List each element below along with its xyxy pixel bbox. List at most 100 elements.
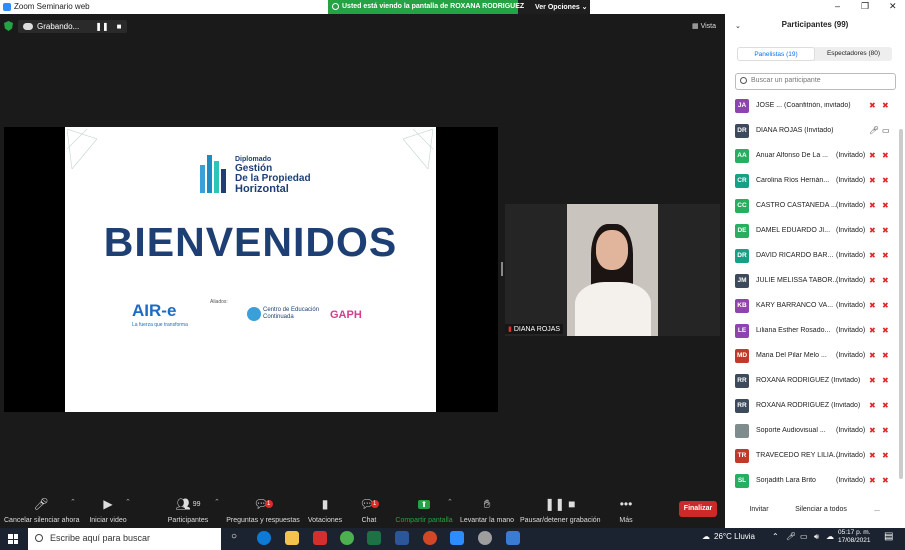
participant-row[interactable]: DR DAVID RICARDO BAR... (Invitado) ✖ ✖ <box>725 244 897 269</box>
participant-search-input[interactable]: Buscar un participante <box>735 73 896 90</box>
video-options-caret-icon[interactable]: ⌃ <box>125 498 131 506</box>
qa-button[interactable]: 💬︎ 1 Preguntas y respuestas <box>226 492 300 528</box>
participant-row[interactable]: DR DIANA ROJAS (Invitado) 🎤︎ ▭ <box>725 119 897 144</box>
audio-options-caret-icon[interactable]: ⌃ <box>70 498 76 506</box>
participant-row[interactable]: KB KARY BARRANCO VA... (Invitado) ✖ ✖ <box>725 294 897 319</box>
powerpoint-icon[interactable] <box>423 531 437 545</box>
invite-button[interactable]: Invitar <box>743 502 775 518</box>
pause-recording-button[interactable]: ❚❚ ■ Pausar/detener grabación <box>520 492 601 528</box>
participant-mic-icon[interactable]: ✖ <box>869 301 876 310</box>
participant-mic-icon[interactable]: ✖ <box>869 401 876 410</box>
battery-icon[interactable]: ▭ <box>800 532 808 541</box>
participant-video-icon[interactable]: ✖ <box>882 226 889 235</box>
participant-mic-icon[interactable]: ✖ <box>869 351 876 360</box>
participant-row[interactable]: JM JULIE MELISSA TABOR... (Invitado) ✖ ✖ <box>725 269 897 294</box>
tab-panelists[interactable]: Panelistas (19) <box>737 47 815 61</box>
app-icon[interactable] <box>478 531 492 545</box>
participant-row[interactable]: LE Liliana Esther Rosado... (Invitado) ✖ ✖ <box>725 319 897 344</box>
share-caret-icon[interactable]: ⌃ <box>447 498 453 506</box>
participant-video-icon[interactable]: ✖ <box>882 276 889 285</box>
participant-row[interactable]: Soporte Audiovisual ... (Invitado) ✖ ✖ <box>725 419 897 444</box>
view-options-button[interactable]: Ver Opciones ⌄ <box>535 3 588 11</box>
participant-scrollbar[interactable] <box>899 129 903 479</box>
mute-all-button[interactable]: Silenciar a todos <box>791 502 851 518</box>
participant-mic-icon[interactable]: ✖ <box>869 151 876 160</box>
participant-mic-icon[interactable]: ✖ <box>869 101 876 110</box>
file-explorer-icon[interactable] <box>285 531 299 545</box>
zoom-taskbar-icon[interactable] <box>450 531 464 545</box>
participant-mic-icon[interactable]: ✖ <box>869 226 876 235</box>
taskbar-search-input[interactable]: Escribe aquí para buscar <box>28 528 221 550</box>
participant-row[interactable]: SL Sorjadith Lara Brito (Invitado) ✖ ✖ <box>725 469 897 494</box>
participants-caret-icon[interactable]: ⌃ <box>214 498 220 506</box>
share-screen-button[interactable]: ⬆ Compartir pantalla <box>394 492 454 528</box>
chat-button[interactable]: 💬︎ 1 Chat <box>355 492 383 528</box>
participant-video-icon[interactable]: ✖ <box>882 201 889 210</box>
tab-attendees[interactable]: Espectadores (80) <box>815 47 892 61</box>
word-icon[interactable] <box>395 531 409 545</box>
tray-chevron-icon[interactable]: ⌃ <box>772 532 779 541</box>
end-meeting-button[interactable]: Finalizar <box>679 501 717 517</box>
shield-icon[interactable] <box>4 21 13 31</box>
participant-video-icon[interactable]: ✖ <box>882 176 889 185</box>
participant-mic-icon[interactable]: ✖ <box>869 276 876 285</box>
participant-video-icon[interactable]: ✖ <box>882 401 889 410</box>
participant-video-icon[interactable]: ✖ <box>882 251 889 260</box>
media-player-icon[interactable] <box>506 531 520 545</box>
participant-mic-icon[interactable]: ✖ <box>869 451 876 460</box>
view-button[interactable]: ▦ Vista <box>692 22 716 30</box>
participant-mic-icon[interactable]: ✖ <box>869 426 876 435</box>
taskbar-clock[interactable]: 05:17 p. m. 17/08/2021 <box>838 529 871 546</box>
close-button[interactable]: ✕ <box>889 1 897 12</box>
notifications-icon[interactable]: ▤ <box>884 531 893 542</box>
panel-more-button[interactable]: ... <box>870 502 884 518</box>
participant-video-icon[interactable]: ✖ <box>882 151 889 160</box>
participant-row[interactable]: TR TRAVECEDO REY LILIA... (Invitado) ✖ ✖ <box>725 444 897 469</box>
participant-mic-icon[interactable]: ✖ <box>869 326 876 335</box>
participant-row[interactable]: DE DAMEL EDUARDO JI... (Invitado) ✖ ✖ <box>725 219 897 244</box>
participant-row[interactable]: CR Carolina Ríos Hernán... (Invitado) ✖ ✖ <box>725 169 897 194</box>
video-tile[interactable]: ▮ DIANA ROJAS <box>505 204 720 336</box>
excel-icon[interactable] <box>367 531 381 545</box>
acrobat-icon[interactable] <box>313 531 327 545</box>
chrome-icon[interactable] <box>340 531 354 545</box>
participant-video-icon[interactable]: ✖ <box>882 426 889 435</box>
pause-recording-icon[interactable]: ❚❚ <box>95 22 108 31</box>
network-icon[interactable]: ☁ <box>826 532 834 541</box>
participant-video-icon[interactable]: ✖ <box>882 351 889 360</box>
split-handle[interactable] <box>501 262 503 276</box>
participant-mic-icon[interactable]: ✖ <box>869 376 876 385</box>
participant-mic-icon[interactable]: 🎤︎ <box>869 126 879 135</box>
participant-video-icon[interactable]: ▭ <box>882 126 890 135</box>
participant-mic-icon[interactable]: ✖ <box>869 176 876 185</box>
participant-row[interactable]: RR ROXANA RODRIGUEZ (Invitado) ✖ ✖ <box>725 369 897 394</box>
participant-video-icon[interactable]: ✖ <box>882 101 889 110</box>
raise-hand-button[interactable]: ✋︎ Levantar la mano <box>459 492 515 528</box>
participant-mic-icon[interactable]: ✖ <box>869 476 876 485</box>
minimize-button[interactable]: – <box>835 1 840 11</box>
participant-mic-icon[interactable]: ✖ <box>869 201 876 210</box>
task-view-icon[interactable]: ○ <box>231 531 237 542</box>
volume-icon[interactable]: 🔊︎ <box>814 532 819 542</box>
stop-recording-icon[interactable]: ■ <box>117 22 122 31</box>
edge-icon[interactable] <box>257 531 271 545</box>
participant-row[interactable]: AA Anuar Alfonso De La ... (Invitado) ✖ ✖ <box>725 144 897 169</box>
participant-row[interactable]: MD Maria Del Pilar Melo ... (Invitado) ✖ ✖ <box>725 344 897 369</box>
mute-button[interactable]: 🎤︎ Cancelar silenciar ahora <box>4 492 79 528</box>
participant-video-icon[interactable]: ✖ <box>882 326 889 335</box>
maximize-button[interactable]: ❐ <box>861 1 869 12</box>
participant-mic-icon[interactable]: ✖ <box>869 251 876 260</box>
participant-video-icon[interactable]: ✖ <box>882 301 889 310</box>
participant-video-icon[interactable]: ✖ <box>882 451 889 460</box>
polls-button[interactable]: ▮ Votaciones <box>305 492 345 528</box>
more-button[interactable]: ••• Más <box>613 492 639 528</box>
weather-text[interactable]: 26°C Lluvia <box>714 532 755 541</box>
participant-row[interactable]: CC CASTRO CASTAÑEDA ... (Invitado) ✖ ✖ <box>725 194 897 219</box>
participant-row[interactable]: RR ROXANA RODRIGUEZ (Invitado) ✖ ✖ <box>725 394 897 419</box>
participant-video-icon[interactable]: ✖ <box>882 476 889 485</box>
participants-button[interactable]: 👥︎ 99 Participantes <box>165 492 211 528</box>
windows-start-icon[interactable] <box>8 534 18 544</box>
tray-mic-icon[interactable]: 🎤︎ <box>786 532 796 541</box>
participant-row[interactable]: JA JOSE ... (Coanfitrión, invitado) ✖ ✖ <box>725 94 897 119</box>
participant-video-icon[interactable]: ✖ <box>882 376 889 385</box>
